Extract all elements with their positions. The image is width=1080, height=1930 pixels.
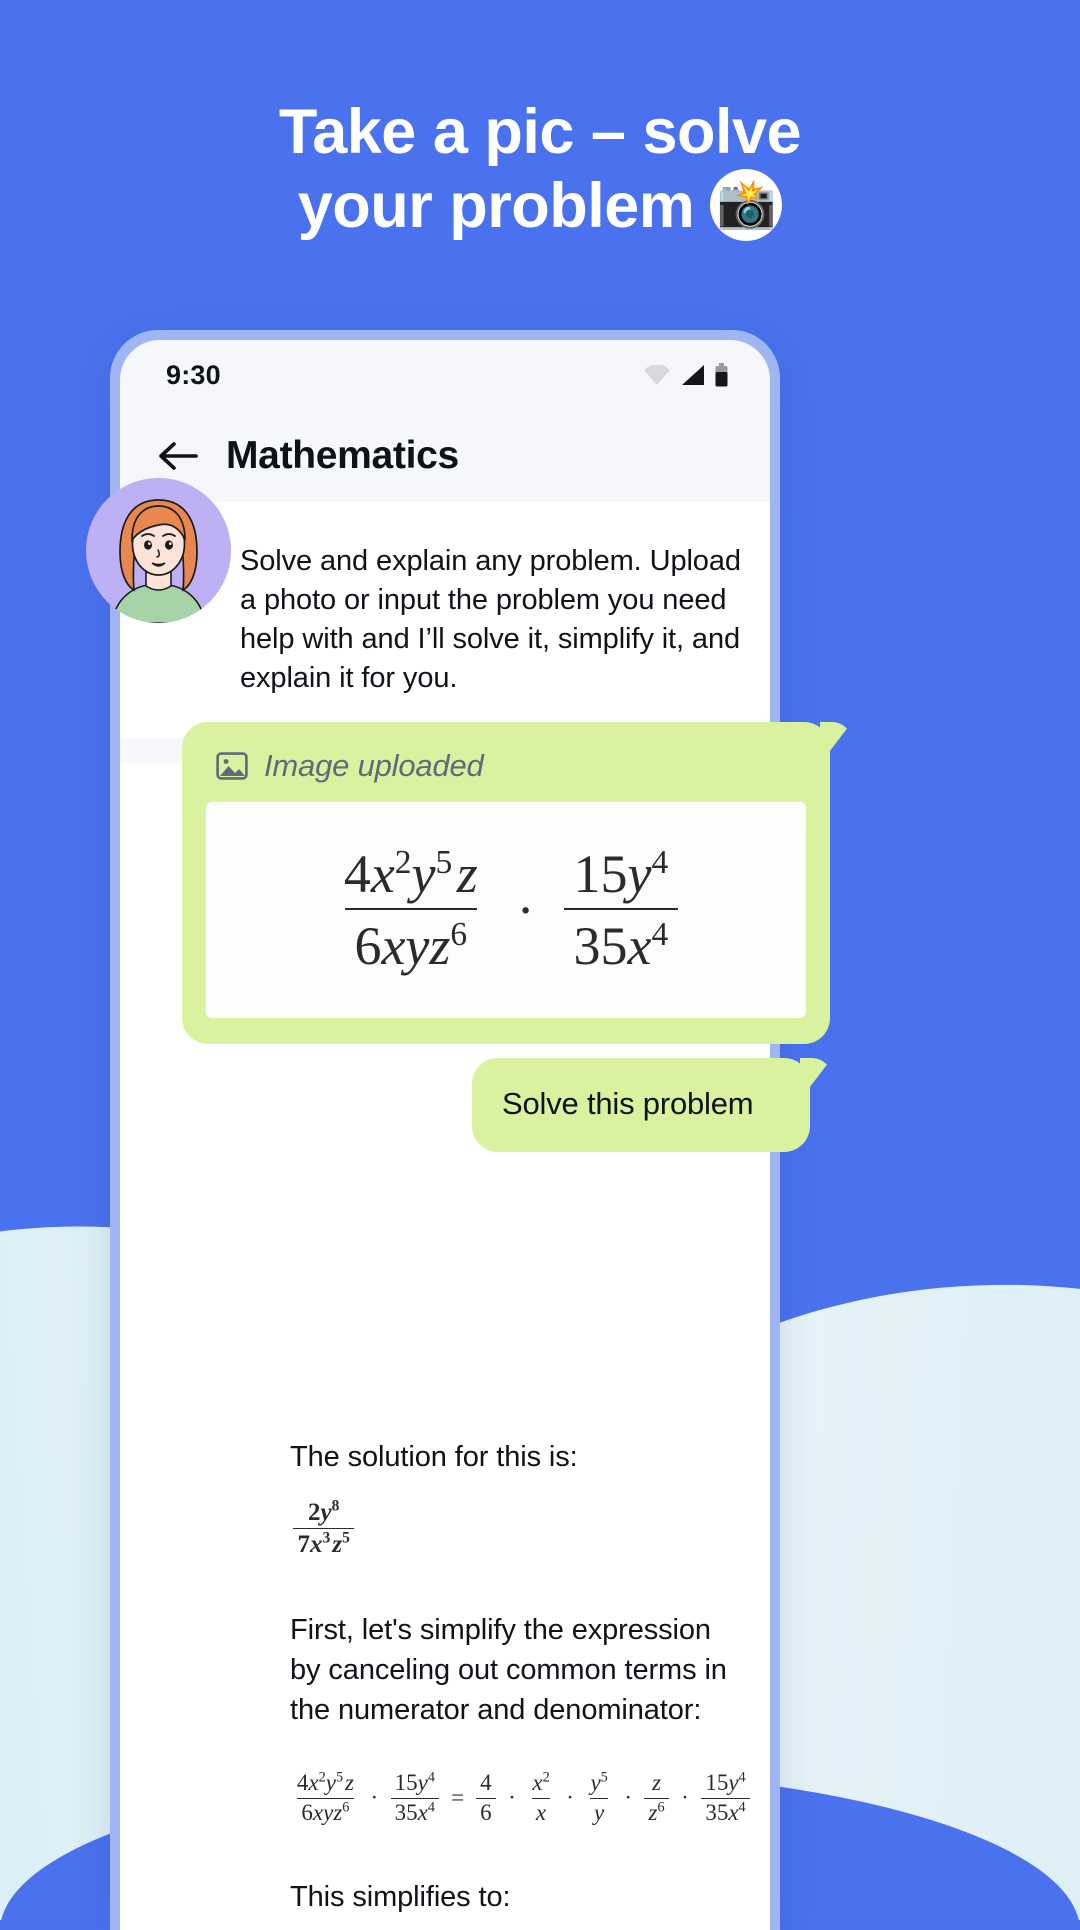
headline-text: Take a pic – solve your problem 📸 — [120, 96, 960, 243]
image-icon — [216, 752, 248, 780]
headline-line-2: your problem — [297, 171, 695, 242]
back-arrow-icon[interactable] — [158, 440, 198, 472]
status-icons — [644, 363, 728, 387]
avatar-illustration — [86, 478, 231, 623]
page-title: Mathematics — [226, 434, 459, 477]
user-message-bubble[interactable]: Solve this problem — [472, 1058, 810, 1152]
battery-icon — [715, 363, 728, 387]
uploaded-image-card[interactable]: 4x2y5 z 6xyz6 · 15y4 35x4 — [206, 802, 806, 1018]
status-bar: 9:30 — [120, 340, 770, 410]
image-uploaded-bubble[interactable]: Image uploaded 4x2y5 z 6xyz6 · 15y4 35x4 — [182, 722, 830, 1044]
solution-intro-text: The solution for this is: — [290, 1441, 578, 1473]
image-uploaded-header: Image uploaded — [206, 744, 806, 802]
headline-line-1: Take a pic – solve — [278, 97, 802, 167]
cellular-signal-icon — [682, 365, 704, 385]
assistant-intro-text: Solve and explain any problem. Upload a … — [240, 545, 741, 694]
user-message-text: Solve this problem — [502, 1086, 754, 1121]
assistant-avatar — [86, 478, 231, 623]
app-bar: Mathematics — [120, 410, 770, 502]
problem-expression: 4x2y5 z 6xyz6 · 15y4 35x4 — [328, 843, 685, 977]
image-uploaded-label: Image uploaded — [264, 748, 484, 783]
camera-with-flash-emoji: 📸 — [710, 169, 783, 242]
promo-headline: Take a pic – solve your problem 📸 — [0, 96, 1080, 243]
solution-fraction: 2y8 7x3 z5 — [290, 1498, 357, 1560]
status-time: 9:30 — [166, 359, 221, 390]
assistant-answer: The solution for this is: 2y8 7x3 z5 Fir… — [120, 1380, 770, 1930]
camera-glyph: 📸 — [716, 178, 777, 232]
step2-text: This simplifies to: — [290, 1881, 511, 1914]
wifi-icon — [644, 365, 670, 385]
step1-text: First, let's simplify the expression by … — [290, 1614, 727, 1726]
step1-equation: 4x2y5 z 6xyz6 · 15y4 35x4 = 46 · x2 x · y… — [290, 1770, 753, 1826]
